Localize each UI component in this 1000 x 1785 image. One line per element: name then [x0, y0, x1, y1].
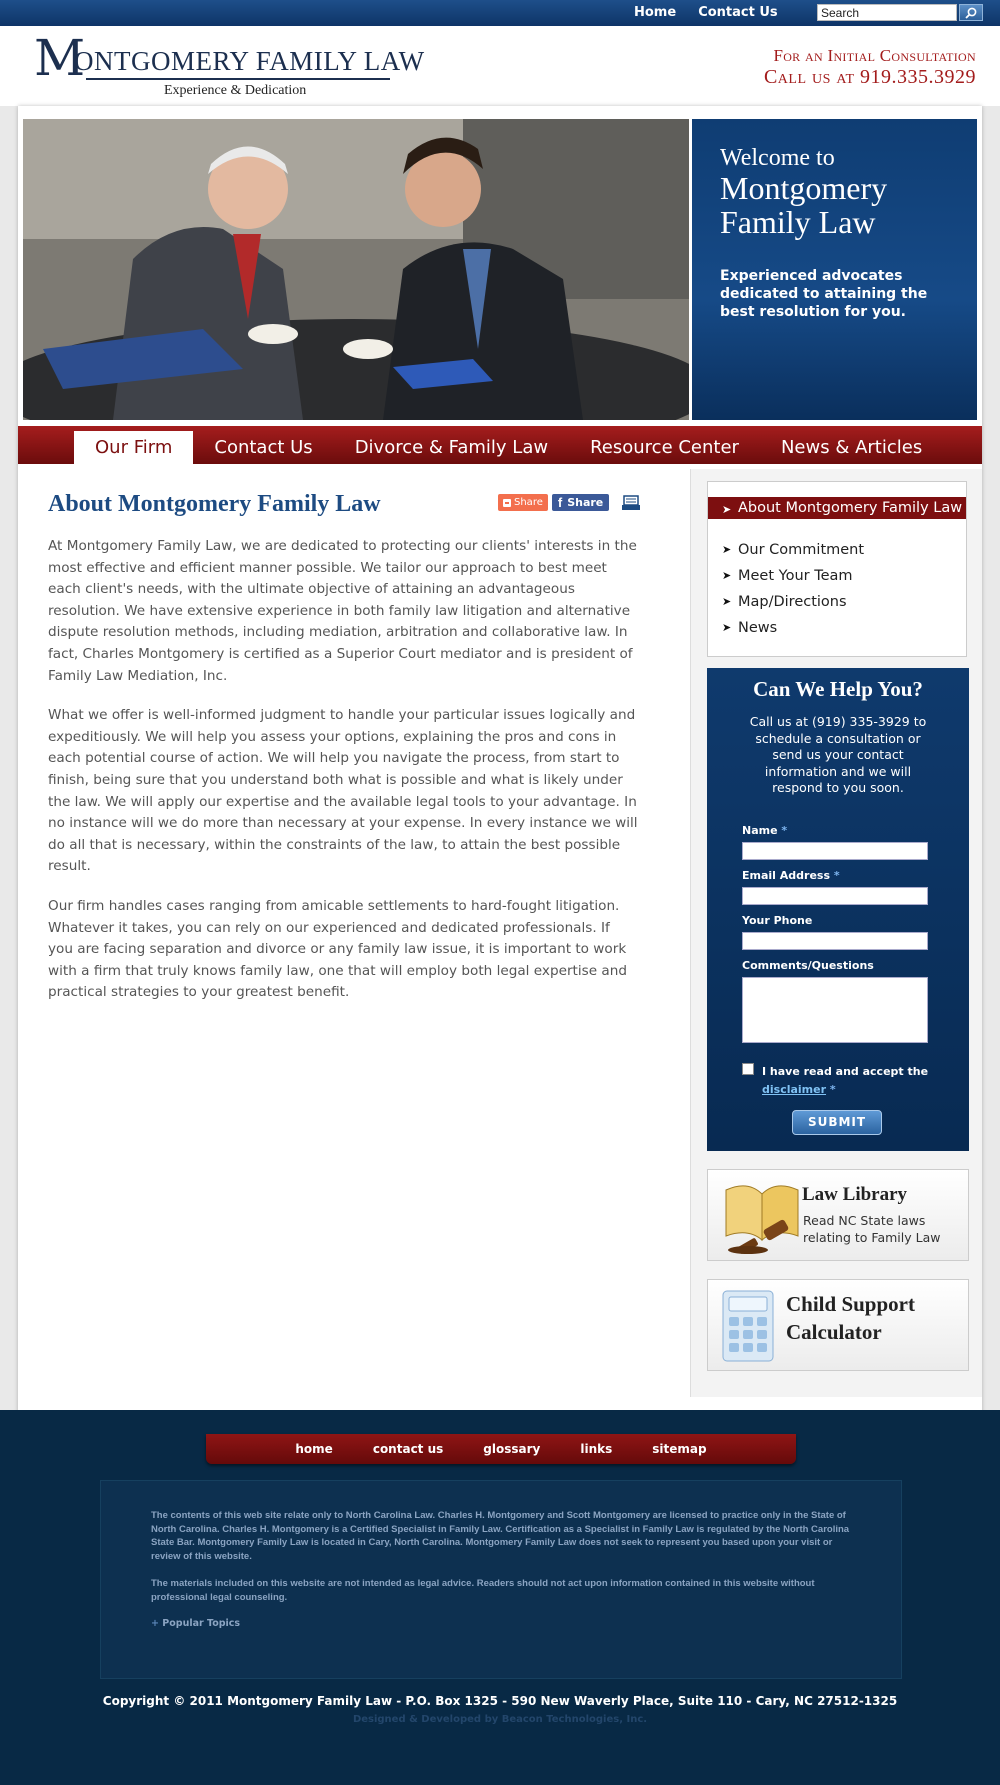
sub-nav: ➤ About Montgomery Family Law ➤ Our Commit…	[707, 481, 967, 657]
site-header: M ONTGOMERY FAMILY LAW Experience & Dedi…	[0, 26, 1000, 106]
footer-link-links[interactable]: links	[580, 1442, 612, 1456]
tab-news-articles[interactable]: News & Articles	[760, 431, 943, 464]
search-input[interactable]	[817, 4, 957, 21]
main-nav-tabs: Our Firm Contact Us Divorce & Family Law…	[74, 431, 943, 464]
tab-contact-us[interactable]: Contact Us	[193, 431, 333, 464]
disclaimer-paragraph-2: The materials included on this website a…	[151, 1578, 815, 1603]
name-field[interactable]	[742, 842, 928, 860]
facebook-share-button[interactable]: f Share	[551, 494, 610, 511]
share-icon	[503, 498, 511, 507]
top-nav: Home Contact Us	[634, 5, 800, 20]
email-field[interactable]	[742, 887, 928, 905]
welcome-line-2: Montgomery	[720, 170, 888, 206]
contact-form-description: Call us at (919) 335-3929 to schedule a …	[749, 714, 927, 795]
logo-rule	[86, 78, 390, 80]
hero-image	[23, 119, 689, 420]
law-library-title: Law Library	[802, 1184, 908, 1205]
footer-link-home[interactable]: home	[295, 1442, 332, 1456]
footer-link-contact[interactable]: contact us	[373, 1442, 443, 1456]
plus-icon: +	[151, 1618, 159, 1629]
arrow-right-icon: ➤	[722, 621, 732, 634]
arrow-right-icon: ➤	[722, 503, 732, 516]
calculator-title-1: Child Support	[786, 1292, 915, 1316]
search-icon	[965, 7, 977, 19]
consult-phone: Call us at 919.335.3929	[763, 66, 976, 88]
contact-form-title: Can We Help You?	[753, 677, 923, 701]
disclaimer-link[interactable]: disclaimer	[762, 1083, 826, 1096]
arrow-right-icon: ➤	[722, 595, 732, 608]
name-label: Name *	[742, 824, 788, 837]
accept-label: I have read and accept the disclaimer *	[762, 1065, 929, 1096]
comments-field[interactable]	[742, 977, 928, 1043]
consultation-callout: For an Initial Consultation Call us at 9…	[764, 46, 976, 89]
footer-nav: home contact us glossary links sitemap	[206, 1434, 796, 1464]
top-bar: Home Contact Us	[0, 0, 1000, 26]
footer-disclaimer: The contents of this web site relate onl…	[100, 1480, 902, 1679]
law-library-icon	[725, 1185, 799, 1254]
accept-checkbox[interactable]	[742, 1063, 754, 1075]
popular-topics-link[interactable]: + Popular Topics	[151, 1618, 851, 1629]
arrow-right-icon: ➤	[722, 569, 732, 582]
search-button[interactable]	[959, 4, 983, 21]
content-paragraph-1: At Montgomery Family Law, we are dedicat…	[48, 538, 637, 684]
footer-link-glossary[interactable]: glossary	[483, 1442, 540, 1456]
subnav-news[interactable]: ➤ News	[708, 620, 966, 636]
share-button-label: Share	[514, 497, 543, 508]
site-logo[interactable]: M ONTGOMERY FAMILY LAW Experience & Dedi…	[34, 32, 424, 98]
main-content: About Montgomery Family Law At Montgomer…	[48, 491, 638, 1004]
law-library-subtitle: Read NC State laws relating to Family La…	[803, 1213, 941, 1245]
tab-our-firm[interactable]: Our Firm	[74, 431, 194, 464]
email-label: Email Address *	[742, 869, 840, 882]
footer-link-sitemap[interactable]: sitemap	[652, 1442, 706, 1456]
consult-line-1: For an Initial Consultation	[773, 46, 976, 65]
phone-field[interactable]	[742, 932, 928, 950]
designer-credit[interactable]: Designed & Developed by Beacon Technolog…	[0, 1714, 1000, 1725]
phone-label: Your Phone	[742, 914, 813, 927]
right-sidebar: ➤ About Montgomery Family Law ➤ Our Commit…	[690, 469, 982, 1397]
facebook-share-label: Share	[567, 496, 604, 509]
child-support-calculator-promo[interactable]: Child Support Calculator	[707, 1279, 969, 1371]
welcome-line-1: Welcome to	[720, 145, 835, 171]
calculator-title-2: Calculator	[786, 1320, 882, 1344]
subnav-about[interactable]: ➤ About Montgomery Family Law	[708, 497, 966, 519]
logo-tagline: Experience & Dedication	[164, 83, 307, 98]
print-icon[interactable]	[621, 494, 641, 511]
main-nav: Our Firm Contact Us Divorce & Family Law…	[18, 426, 982, 464]
calculator-icon	[722, 1290, 774, 1362]
copyright: Copyright © 2011 Montgomery Family Law -…	[102, 1694, 898, 1708]
top-nav-contact[interactable]: Contact Us	[698, 5, 777, 20]
hero-photo-illustration	[23, 119, 689, 420]
arrow-right-icon: ➤	[722, 543, 732, 556]
content-paragraph-3: Our firm handles cases ranging from amic…	[48, 897, 627, 1001]
subnav-team[interactable]: ➤ Meet Your Team	[708, 568, 966, 584]
law-library-promo[interactable]: Law Library Read NC State laws relating …	[707, 1169, 969, 1261]
subnav-map[interactable]: ➤ Map/Directions	[708, 594, 966, 610]
facebook-icon: f	[557, 495, 563, 510]
content-paragraph-2: What we offer is well-informed judgment …	[48, 707, 638, 875]
share-button[interactable]: Share	[498, 494, 548, 511]
main-panel: Welcome to Montgomery Family Law Experie…	[18, 106, 982, 1434]
tab-divorce-family-law[interactable]: Divorce & Family Law	[334, 431, 569, 464]
comments-label: Comments/Questions	[742, 959, 874, 972]
top-nav-home[interactable]: Home	[634, 5, 676, 20]
submit-button[interactable]: SUBMIT	[792, 1110, 882, 1135]
share-tools: Share f Share	[498, 494, 641, 511]
logo-name: ONTGOMERY FAMILY LAW	[74, 46, 425, 76]
welcome-box: Welcome to Montgomery Family Law Experie…	[692, 119, 977, 420]
welcome-line-3: Family Law	[720, 204, 876, 240]
contact-form-box: Can We Help You? Call us at (919) 335-39…	[707, 668, 969, 1151]
subnav-commitment[interactable]: ➤ Our Commitment	[708, 542, 966, 558]
disclaimer-paragraph-1: The contents of this web site relate onl…	[151, 1510, 850, 1562]
tab-resource-center[interactable]: Resource Center	[569, 431, 760, 464]
welcome-description: Experienced advocates dedicated to attai…	[720, 268, 928, 320]
